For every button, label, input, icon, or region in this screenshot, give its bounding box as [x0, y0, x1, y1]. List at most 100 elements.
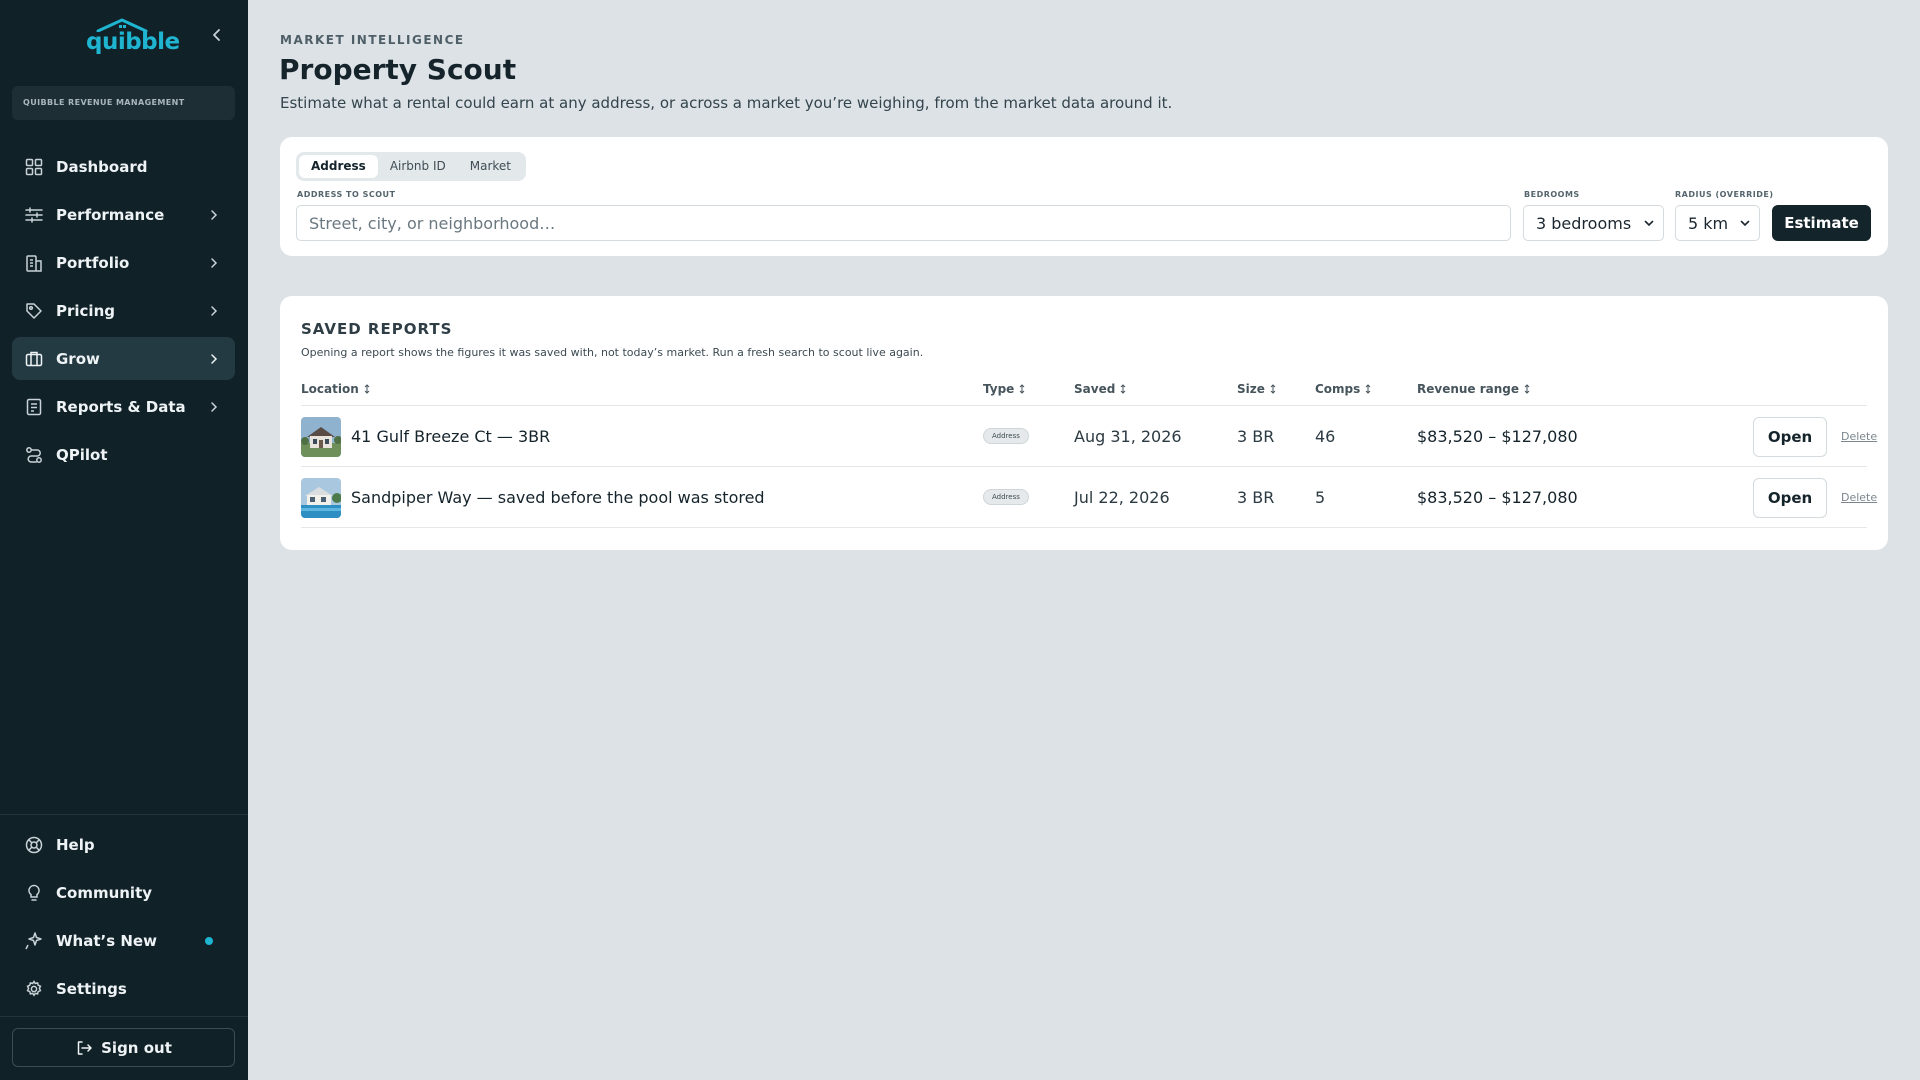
table-divider	[301, 527, 1867, 528]
sidebar-item-performance[interactable]: Performance	[12, 193, 235, 236]
chevron-right-icon	[211, 401, 218, 412]
column-header-comps[interactable]: Comps	[1315, 382, 1371, 396]
gear-icon	[26, 979, 42, 997]
report-location[interactable]: 41 Gulf Breeze Ct — 3BR	[351, 406, 550, 466]
report-saved-date: Jul 22, 2026	[1074, 487, 1170, 507]
report-location[interactable]: Sandpiper Way — saved before the pool wa…	[351, 467, 765, 527]
section-subtitle: Opening a report shows the figures it wa…	[301, 346, 924, 359]
sidebar-item-label: Dashboard	[56, 157, 148, 176]
report-saved-date: Aug 31, 2026	[1074, 426, 1182, 446]
page-title: Property Scout	[279, 53, 517, 86]
sidebar-item-pricing[interactable]: Pricing	[12, 289, 235, 332]
column-header-label: Type	[983, 382, 1015, 396]
saved-reports-card: SAVED REPORTS Opening a report shows the…	[280, 296, 1888, 550]
address-input[interactable]	[296, 205, 1511, 241]
sidebar-item-label: Portfolio	[56, 253, 130, 272]
sidebar-item-dashboard[interactable]: Dashboard	[12, 145, 235, 188]
sidebar-item-reports-data[interactable]: Reports & Data	[12, 385, 235, 428]
tab-address[interactable]: Address	[299, 155, 378, 178]
sort-icon	[1524, 384, 1530, 394]
sparkle-icon	[25, 931, 42, 949]
lifebuoy-icon	[25, 836, 43, 853]
sidebar-item-grow[interactable]: Grow	[12, 337, 235, 380]
sidebar-item-label: Settings	[56, 979, 127, 998]
radius-field-label: RADIUS (OVERRIDE)	[1675, 190, 1774, 199]
quibble-logo[interactable]: quibble	[86, 18, 180, 55]
tab-airbnb-id[interactable]: Airbnb ID	[378, 155, 458, 178]
sidebar-divider	[0, 814, 248, 815]
bedrooms-select[interactable]: 3 bedrooms	[1523, 205, 1664, 241]
column-header-label: Revenue range	[1417, 382, 1520, 396]
page-subtitle: Estimate what a rental could earn at any…	[280, 94, 1173, 112]
sidebar-item-settings[interactable]: Settings	[12, 967, 235, 1010]
radius-value: 5 km	[1688, 213, 1729, 233]
report-revenue-range: $83,520 – $127,080	[1417, 426, 1578, 446]
report-comps: 5	[1315, 487, 1326, 507]
report-type: Address	[983, 467, 1029, 527]
sidebar-item-label: Pricing	[56, 301, 115, 320]
search-mode-tabs: Address Airbnb ID Market	[296, 152, 526, 181]
sidebar-item-community[interactable]: Community	[12, 871, 235, 914]
chevron-right-icon	[211, 305, 218, 316]
collapse-sidebar-icon[interactable]	[208, 26, 226, 44]
sliders-icon	[25, 206, 43, 223]
report-icon	[26, 398, 42, 415]
sort-icon	[1270, 384, 1276, 394]
page-eyebrow: MARKET INTELLIGENCE	[280, 33, 465, 47]
table-row[interactable]: 41 Gulf Breeze Ct — 3BR Address Aug 31, …	[301, 406, 1877, 466]
chevron-right-icon	[211, 353, 218, 364]
chevron-right-icon	[211, 257, 218, 268]
sort-icon	[1120, 384, 1126, 394]
sidebar-item-whats-new[interactable]: What’s New	[12, 919, 235, 962]
sign-out-label: Sign out	[101, 1038, 172, 1057]
brand-wordmark: quibble	[86, 29, 180, 55]
report-type: Address	[983, 406, 1029, 466]
sidebar: quibble QUIBBLE REVENUE MANAGEMENT Dashb…	[0, 0, 248, 1080]
sort-icon	[364, 384, 370, 394]
new-indicator-dot	[205, 936, 213, 945]
type-badge: Address	[983, 428, 1029, 444]
sign-out-icon	[77, 1040, 92, 1055]
chevron-right-icon	[211, 209, 218, 220]
tab-market[interactable]: Market	[458, 155, 523, 178]
radius-select[interactable]: 5 km	[1675, 205, 1760, 241]
building-icon	[26, 254, 42, 272]
sidebar-item-label: Community	[56, 883, 153, 902]
open-report-button[interactable]: Open	[1753, 478, 1827, 518]
table-row[interactable]: Sandpiper Way — saved before the pool wa…	[301, 467, 1877, 527]
report-comps: 46	[1315, 426, 1336, 446]
sidebar-item-label: What’s New	[56, 931, 157, 950]
open-report-button[interactable]: Open	[1753, 417, 1827, 457]
org-name[interactable]: QUIBBLE REVENUE MANAGEMENT	[12, 86, 235, 120]
report-size: 3 BR	[1237, 426, 1275, 446]
sort-icon	[1365, 384, 1371, 394]
report-revenue-range: $83,520 – $127,080	[1417, 487, 1578, 507]
delete-report-link[interactable]: Delete	[1841, 406, 1877, 466]
column-header-location[interactable]: Location	[301, 382, 370, 396]
column-header-saved[interactable]: Saved	[1074, 382, 1126, 396]
column-header-revenue-range[interactable]: Revenue range	[1417, 382, 1530, 396]
bedrooms-value: 3 bedrooms	[1536, 213, 1632, 233]
address-field-label: ADDRESS TO SCOUT	[297, 190, 396, 199]
column-header-type[interactable]: Type	[983, 382, 1025, 396]
tag-icon	[26, 302, 42, 319]
route-icon	[26, 446, 42, 463]
sidebar-item-label: Reports & Data	[56, 397, 186, 416]
column-header-size[interactable]: Size	[1237, 382, 1276, 396]
column-header-label: Comps	[1315, 382, 1361, 396]
estimate-button[interactable]: Estimate	[1772, 205, 1871, 241]
lightbulb-icon	[28, 884, 40, 901]
grid-icon	[25, 158, 43, 175]
sidebar-item-portfolio[interactable]: Portfolio	[12, 241, 235, 284]
sidebar-item-label: Performance	[56, 205, 165, 224]
column-header-label: Saved	[1074, 382, 1116, 396]
briefcase-icon	[25, 351, 43, 366]
sidebar-item-label: QPilot	[56, 445, 108, 464]
sidebar-item-qpilot[interactable]: QPilot	[12, 433, 235, 476]
property-thumbnail	[301, 417, 341, 457]
delete-report-link[interactable]: Delete	[1841, 467, 1877, 527]
column-header-label: Location	[301, 382, 359, 396]
sidebar-item-help[interactable]: Help	[12, 823, 235, 866]
report-size: 3 BR	[1237, 487, 1275, 507]
sign-out-button[interactable]: Sign out	[12, 1028, 235, 1067]
